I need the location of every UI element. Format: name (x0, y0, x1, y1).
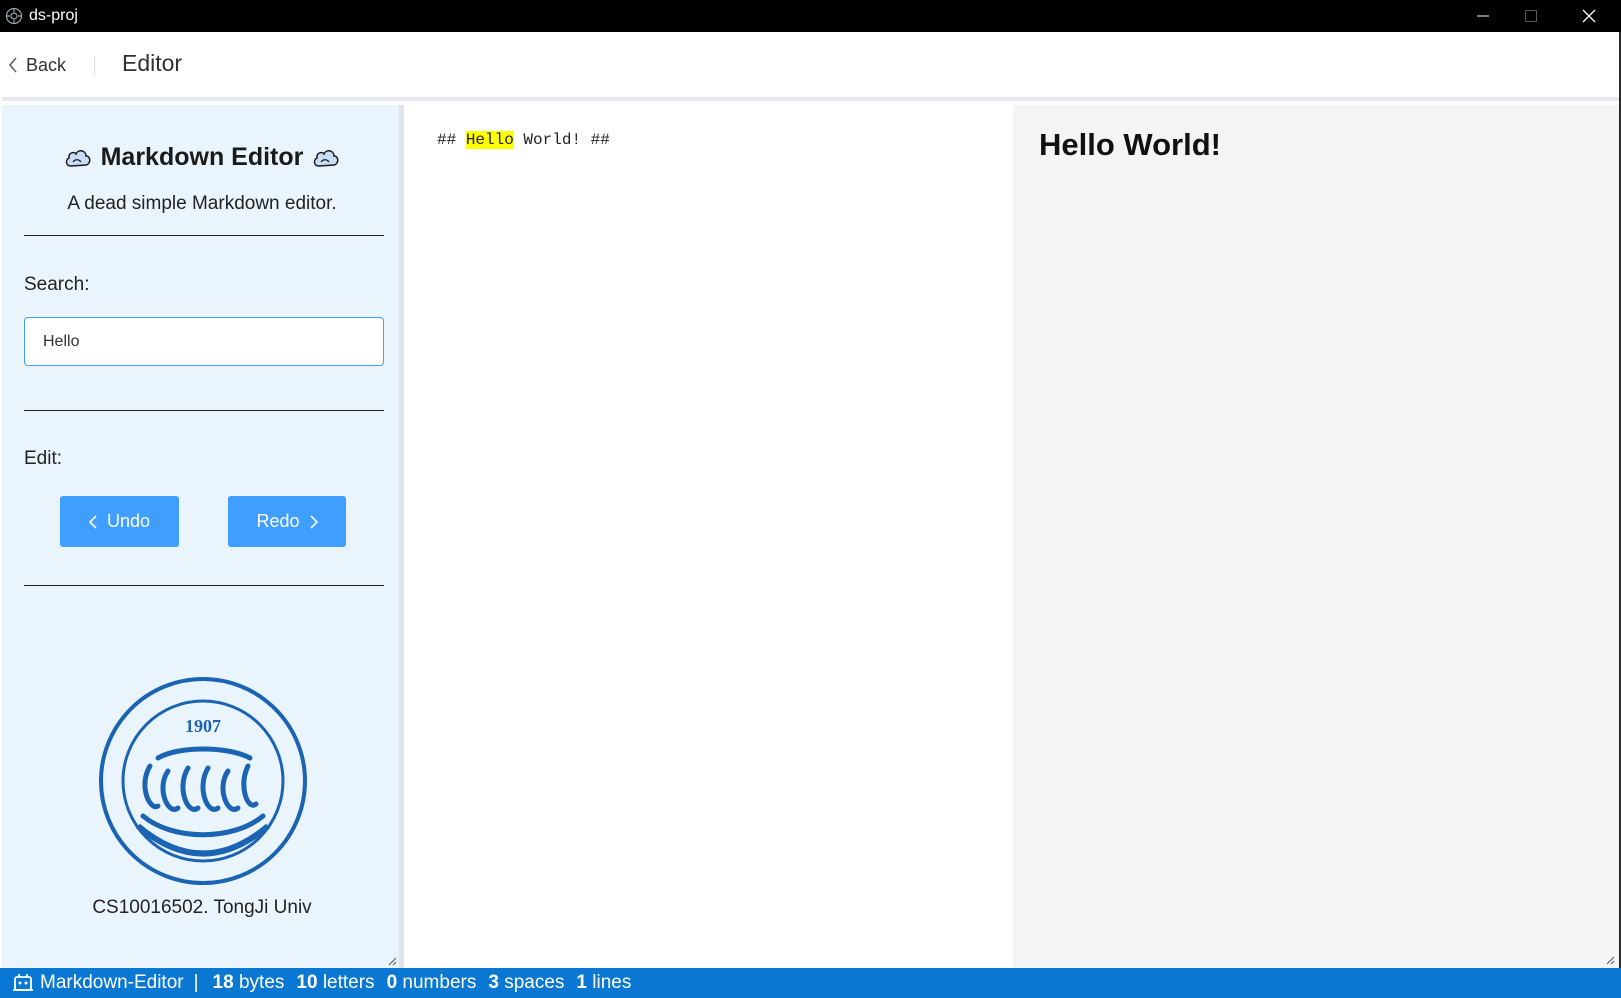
edit-label: Edit: (24, 448, 63, 469)
status-bytes: 18 bytes (213, 972, 285, 994)
search-label: Search: (24, 274, 90, 295)
letters-count: 10 (296, 972, 318, 993)
spaces-label: spaces (504, 972, 565, 993)
chevron-left-icon (88, 514, 97, 529)
subtitle: A dead simple Markdown editor. (67, 193, 337, 214)
markdown-editor[interactable]: ## Hello World! ## (409, 105, 1013, 968)
brand-title: Markdown Editor (100, 143, 304, 171)
preview-heading: Hello World! (1039, 127, 1221, 162)
window-title: ds-proj (29, 7, 78, 24)
editor-line[interactable]: ## Hello World! ## (437, 131, 610, 149)
bytes-count: 18 (212, 972, 234, 993)
search-highlight: Hello (465, 131, 514, 149)
status-app-name: Markdown-Editor (40, 972, 184, 993)
chevron-right-icon (309, 514, 318, 529)
bytes-label: bytes (238, 972, 285, 993)
redo-label: Redo (256, 511, 300, 531)
page-header: Back Editor (2, 32, 1619, 101)
letters-label: letters (322, 972, 375, 993)
logo-year: 1907 (185, 716, 221, 736)
markdown-preview: Hello World! (1013, 105, 1619, 968)
maximize-icon (1525, 10, 1537, 22)
undo-button[interactable]: Undo (60, 496, 179, 547)
numbers-count: 0 (386, 972, 398, 993)
university-logo: 1907 (99, 677, 307, 885)
status-spaces: 3 spaces (488, 972, 564, 994)
status-numbers: 0 numbers (387, 972, 477, 994)
app-icon (5, 7, 23, 25)
footer-text: CS10016502. TongJi Univ (92, 897, 312, 918)
back-button[interactable]: Back (8, 52, 66, 78)
undo-label: Undo (106, 511, 151, 531)
header-divider (94, 56, 95, 76)
editor-text-prefix: ## (437, 131, 466, 149)
lines-label: lines (592, 972, 632, 993)
cloud-icon (65, 149, 91, 167)
resize-grip-icon[interactable] (387, 956, 397, 966)
status-lines: 1 lines (576, 972, 631, 994)
divider (24, 235, 384, 236)
resize-grip-icon[interactable] (1605, 955, 1615, 965)
maximize-button[interactable] (1502, 0, 1560, 32)
status-separator: | (193, 972, 199, 993)
numbers-label: numbers (402, 972, 477, 993)
search-input[interactable] (24, 317, 384, 366)
window-titlebar: ds-proj (0, 0, 1621, 32)
page-title: Editor (122, 50, 183, 76)
status-letters: 10 letters (296, 972, 374, 994)
cloud-icon (314, 149, 339, 167)
back-label: Back (26, 54, 67, 75)
editor-text-suffix: World! ## (513, 131, 610, 149)
chevron-left-icon (8, 57, 17, 73)
divider (24, 410, 384, 411)
status-bar: Markdown-Editor | 18 bytes 10 letters 0 … (0, 968, 1621, 998)
sidebar: Markdown Editor A dead simple Markdown e… (2, 105, 404, 968)
lines-count: 1 (576, 972, 587, 993)
divider (24, 585, 384, 586)
markdown-icon (12, 973, 34, 993)
spaces-count: 3 (488, 972, 499, 993)
close-icon (1582, 9, 1596, 23)
redo-button[interactable]: Redo (228, 496, 346, 547)
minimize-icon (1477, 15, 1489, 17)
brand: Markdown Editor (2, 143, 402, 172)
close-button[interactable] (1560, 0, 1618, 32)
